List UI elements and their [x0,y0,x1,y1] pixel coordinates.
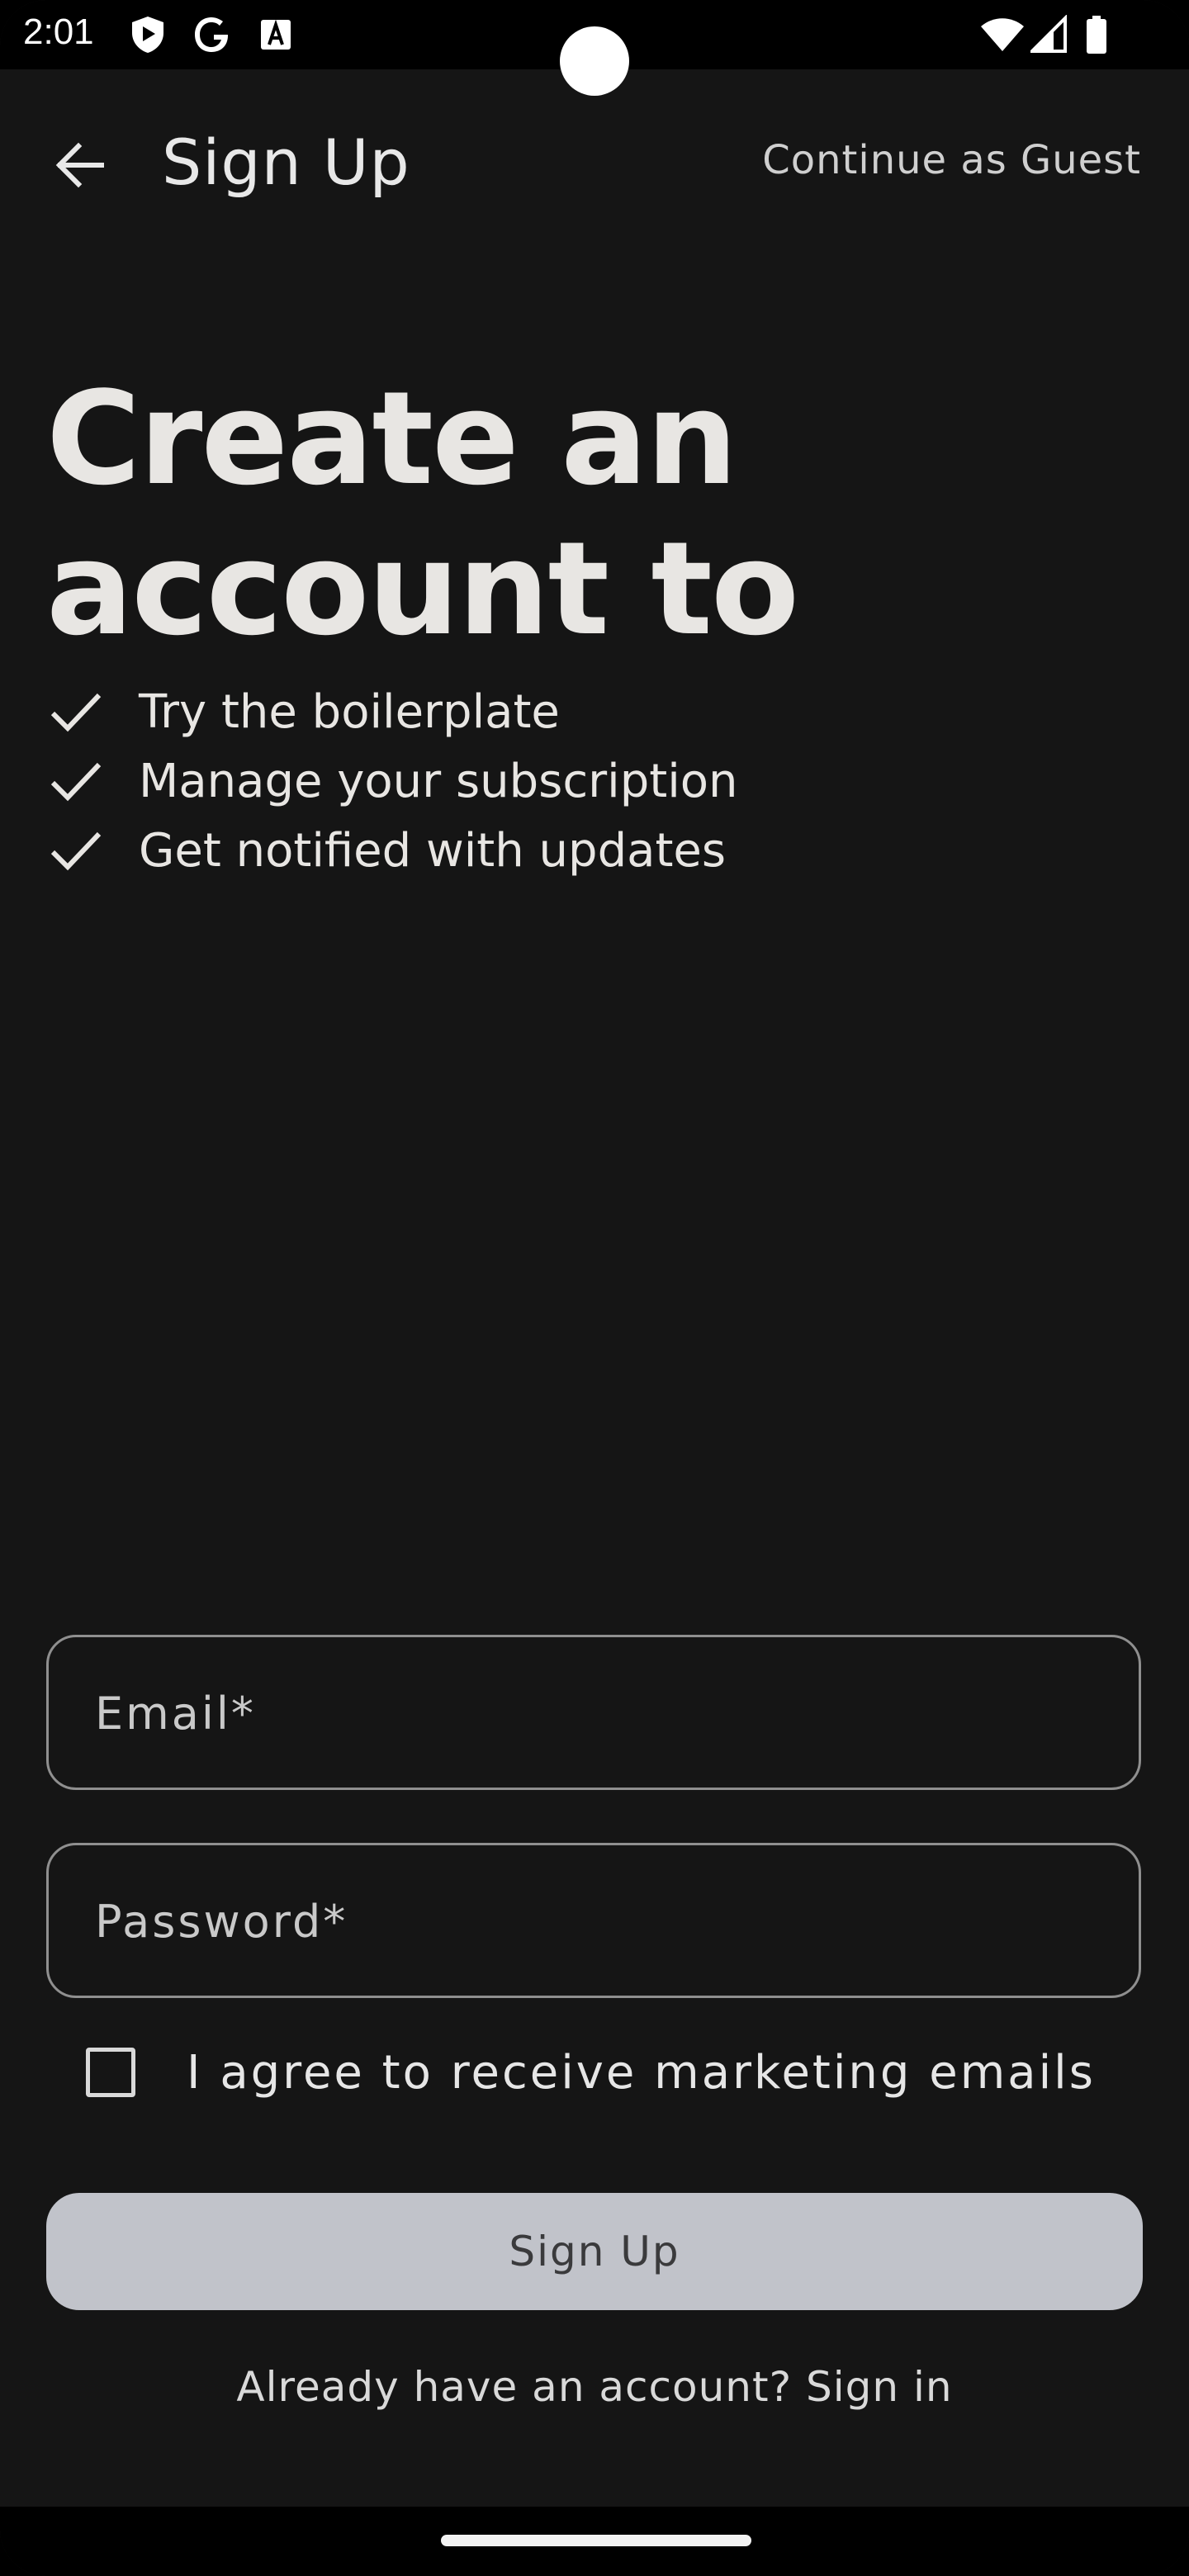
shield-play-icon [132,17,163,53]
email-field [46,1635,1141,1790]
headline-line-1: Create an [46,363,738,514]
sign-up-button[interactable]: Sign Up [46,2193,1143,2310]
benefit-text: Get notified with updates [139,823,727,878]
signup-screen: 2:01 Sign Up Continue as Guest Create an… [0,0,1189,2576]
benefit-item: Try the boilerplate [46,677,738,746]
marketing-checkbox-label[interactable]: I agree to receive marketing emails [187,2046,1096,2100]
benefit-text: Manage your subscription [139,754,738,808]
camera-cutout [560,26,629,96]
navigation-bar [0,2507,1189,2576]
font-a-icon [261,19,291,50]
sign-in-link[interactable]: Already have an account? Sign in [0,2363,1189,2411]
continue-as-guest-link[interactable]: Continue as Guest [762,137,1141,183]
check-icon [46,677,116,746]
password-input[interactable] [93,1845,1087,1997]
status-time: 2:01 [23,12,94,52]
headline-line-2: account to [46,514,799,664]
benefit-item: Get notified with updates [46,816,738,885]
email-input[interactable] [93,1637,1087,1789]
password-field [46,1843,1141,1998]
back-button[interactable] [46,132,112,198]
battery-icon [1087,16,1106,54]
sign-up-button-label: Sign Up [509,2228,680,2275]
check-icon [46,746,116,816]
benefit-item: Manage your subscription [46,746,738,816]
home-indicator[interactable] [441,2535,751,2546]
page-title: Sign Up [162,125,410,199]
top-app-bar: Sign Up Continue as Guest [0,107,1189,215]
signal-icon [1030,15,1067,53]
benefit-text: Try the boilerplate [139,684,560,739]
check-icon [46,816,116,885]
marketing-checkbox[interactable] [86,2048,135,2097]
benefits-list: Try the boilerplate Manage your subscrip… [46,677,738,885]
headline: Create an account to [46,363,1037,664]
wifi-icon [981,18,1024,51]
google-icon [195,17,228,52]
arrow-back-icon [55,142,104,188]
marketing-consent-row: I agree to receive marketing emails [86,2039,1096,2105]
